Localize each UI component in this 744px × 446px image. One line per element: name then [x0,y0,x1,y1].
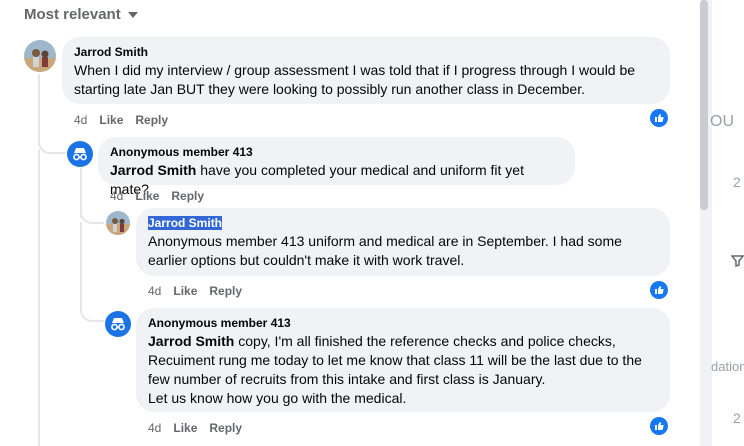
sort-dropdown[interactable]: Most relevant [24,6,139,23]
like-reaction-icon[interactable] [650,109,668,127]
like-button[interactable]: Like [99,113,123,127]
right-fragment-1: OU [710,113,734,130]
comment-bubble: Anonymous member 413 Jarrod Smith copy, … [136,308,670,412]
right-fragment-3: dation [711,359,744,374]
anonymous-avatar[interactable] [67,141,93,167]
anonymous-icon [111,318,125,331]
thread-line [38,74,40,146]
mention-link[interactable]: Jarrod Smith [110,162,196,178]
comment-text-line: few number of recruits from this intake … [148,371,546,387]
comments-panel: Most relevant Jarrod Smith When I did my… [0,0,700,446]
right-fragment-4: 2 [733,410,741,426]
reply-button[interactable]: Reply [209,421,242,435]
scrollbar-thumb[interactable] [700,0,708,210]
comment-actions: 4d Like Reply [110,189,204,203]
comment-bubble: Jarrod Smith Anonymous member 413 unifor… [136,208,670,276]
reply-button[interactable]: Reply [171,189,204,203]
comment-time[interactable]: 4d [148,421,161,435]
anonymous-icon [73,148,87,161]
like-button[interactable]: Like [135,189,159,203]
mention-link[interactable]: Jarrod Smith [148,333,234,349]
caret-down-icon [127,11,138,18]
comment-actions: 4d Like Reply [74,113,168,127]
comment-actions: 4d Like Reply [148,284,242,298]
thread-line [38,150,40,446]
comment-author[interactable]: Anonymous member 413 [110,145,563,159]
like-reaction-icon[interactable] [650,281,668,299]
comment-author[interactable]: Anonymous member 413 [148,316,658,330]
thread-line-nested [80,222,82,312]
like-reaction-icon[interactable] [650,417,668,435]
comment-author[interactable]: Jarrod Smith [148,216,223,230]
right-card [712,0,744,446]
comment-actions: 4d Like Reply [148,421,242,435]
comment-author[interactable]: Jarrod Smith [74,45,658,59]
comment-time[interactable]: 4d [74,113,87,127]
avatar[interactable] [24,40,56,72]
filter-icon[interactable] [731,254,744,267]
avatar[interactable] [106,211,130,235]
comment-text-line: Let us know how you go with the medical. [148,390,407,406]
comment-time[interactable]: 4d [148,284,161,298]
anonymous-avatar[interactable] [105,311,131,337]
comment-text-line: copy, I'm all finished the reference che… [234,333,616,349]
comment-time[interactable]: 4d [110,189,123,203]
comment-text-line: Recuiment rung me today to let me know t… [148,352,642,368]
thread-connector-nested [80,210,104,224]
sort-label: Most relevant [24,6,121,23]
like-button[interactable]: Like [173,421,197,435]
thread-connector-nested [80,306,104,322]
thread-connector [38,140,66,154]
reply-button[interactable]: Reply [209,284,242,298]
comment-bubble: Jarrod Smith When I did my interview / g… [62,37,670,104]
comment-text: When I did my interview / group assessme… [74,62,636,97]
like-button[interactable]: Like [173,284,197,298]
comment-bubble: Anonymous member 413 Jarrod Smith have y… [98,137,575,197]
comment-text: Anonymous member 413 uniform and medical… [148,233,622,268]
reply-button[interactable]: Reply [135,113,168,127]
right-fragment-2: 2 [733,174,741,190]
